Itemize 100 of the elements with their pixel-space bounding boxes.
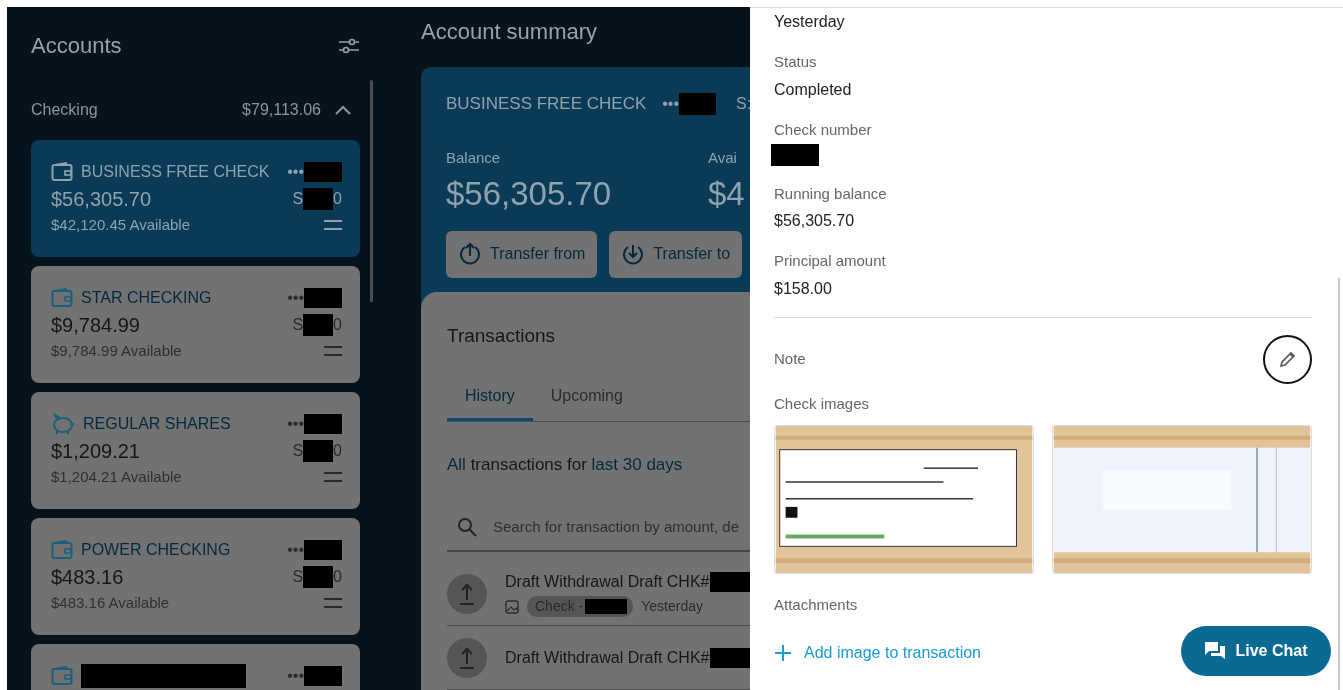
account-number: 0 <box>333 567 342 587</box>
masked-number: ••• <box>287 666 304 686</box>
redaction-bar <box>303 566 334 588</box>
transfer-button[interactable]: Transfer from <box>446 230 598 278</box>
detail-value: $56,305.70 <box>774 211 856 232</box>
account-balance: $56,305.70 <box>51 187 152 212</box>
redaction-bar <box>304 288 342 308</box>
account-number: S <box>292 441 304 461</box>
scrollbar[interactable] <box>370 80 373 302</box>
piggy-bank-icon <box>51 413 75 435</box>
account-name: STAR CHECKING <box>81 288 212 308</box>
search-icon <box>457 516 477 537</box>
detail-value: $158.00 <box>774 278 833 299</box>
tab[interactable]: Upcoming <box>532 384 641 421</box>
upload-icon <box>458 242 482 266</box>
account-card[interactable]: ••• <box>31 644 360 690</box>
edit-note-button[interactable] <box>1263 334 1312 384</box>
account-card[interactable]: BUSINESS FREE CHECK ••• $56,305.70 S 0 $42,120.45 Available <box>31 140 360 257</box>
transaction-row[interactable]: Draft Withdrawal Draft CHK# <box>447 626 750 690</box>
group-label: Checking <box>31 100 98 120</box>
account-number: S <box>292 189 304 209</box>
group-total: $79,113.06 <box>242 100 321 120</box>
masked-number: ••• <box>662 93 680 114</box>
chat-icon <box>1204 641 1227 661</box>
redaction-bar <box>304 162 342 182</box>
redaction-bar <box>304 540 342 560</box>
redaction-bar <box>709 647 750 668</box>
account-name: BUSINESS FREE CHECK <box>446 93 647 115</box>
account-number: S: <box>736 93 750 114</box>
account-number: 0 <box>333 441 342 461</box>
wallet-icon <box>51 288 73 308</box>
balance-amount: $56,305.70 <box>446 174 613 214</box>
available-balance: $42,120.45 Available <box>51 215 190 235</box>
account-balance: $483.16 <box>51 565 124 590</box>
filter-link[interactable]: All <box>447 455 466 474</box>
filter-sentence: All transactions for last 30 days <box>447 454 684 476</box>
account-name: POWER CHECKING <box>81 540 231 560</box>
section-title: Transactions <box>447 323 557 348</box>
detail-label: Status <box>774 52 818 72</box>
account-number: 0 <box>333 189 342 209</box>
account-name: BUSINESS FREE CHECK <box>81 162 270 182</box>
redaction-bar <box>709 572 750 592</box>
detail-label: Check number <box>774 119 873 140</box>
detail-value: Yesterday <box>774 12 846 32</box>
drag-handle-icon[interactable] <box>324 346 342 357</box>
panel-title: Accounts <box>31 32 122 60</box>
account-card[interactable]: REGULAR SHARES ••• $1,209.21 S 0 $1,204.21 Available <box>31 392 360 509</box>
transaction-title: Draft Withdrawal Draft CHK# <box>505 647 710 668</box>
wallet-icon <box>51 540 73 560</box>
redaction-bar <box>303 440 334 462</box>
detail-label: Running balance <box>774 183 888 204</box>
masked-number: ••• <box>287 414 304 434</box>
redaction-bar <box>303 188 334 210</box>
masked-number: ••• <box>287 288 304 308</box>
image-icon <box>505 599 519 614</box>
detail-label: Principal amount <box>774 251 887 272</box>
account-name: REGULAR SHARES <box>83 414 231 434</box>
page-title: Account summary <box>421 18 599 46</box>
drag-handle-icon[interactable] <box>324 472 342 483</box>
redaction-bar <box>304 414 342 434</box>
plus-icon <box>774 643 792 662</box>
available-label: Avai <box>708 147 738 168</box>
download-icon <box>621 242 646 266</box>
account-card[interactable]: POWER CHECKING ••• $483.16 S 0 $483.16 Available <box>31 518 360 635</box>
available-amount: $4 <box>708 174 745 214</box>
wallet-icon <box>51 666 73 686</box>
chevron-up-icon[interactable] <box>335 105 351 115</box>
pencil-icon <box>1278 350 1297 369</box>
detail-label: Note <box>774 349 806 369</box>
transaction-date: Yesterday <box>641 597 703 616</box>
scrollbar[interactable] <box>1338 278 1340 690</box>
search-field[interactable]: Search for transaction by amount, de <box>493 515 747 538</box>
available-balance: $483.16 Available <box>51 593 170 613</box>
redaction-bar <box>304 666 342 686</box>
drag-handle-icon[interactable] <box>324 220 342 231</box>
add-image-link[interactable]: Add image to transaction <box>774 640 981 665</box>
redaction-bar <box>303 314 334 336</box>
detail-label: Check images <box>774 393 871 414</box>
redaction-bar <box>679 92 717 115</box>
account-balance: $9,784.99 <box>51 313 140 338</box>
account-number: 0 <box>333 315 342 335</box>
live-chat-button[interactable]: Live Chat <box>1181 626 1331 676</box>
detail-value: Completed <box>774 79 853 100</box>
account-number: S <box>292 567 304 587</box>
transaction-title: Draft Withdrawal Draft CHK# <box>505 572 710 592</box>
account-card[interactable]: STAR CHECKING ••• $9,784.99 S 0 $9,784.99 Available <box>31 266 360 383</box>
balance-label: Balance <box>446 147 502 168</box>
account-balance: $1,209.21 <box>51 439 140 464</box>
available-balance: $9,784.99 Available <box>51 341 182 361</box>
masked-number: ••• <box>287 162 304 182</box>
detail-label: Attachments <box>774 595 859 616</box>
available-balance: $1,204.21 Available <box>51 467 182 487</box>
tab[interactable]: History <box>447 384 533 421</box>
masked-number: ••• <box>287 540 304 560</box>
drag-handle-icon[interactable] <box>324 598 342 609</box>
redaction-bar <box>585 599 628 614</box>
filter-link[interactable]: last 30 days <box>591 455 683 474</box>
wallet-icon <box>51 162 73 182</box>
account-number: S <box>292 315 304 335</box>
transfer-button[interactable]: Transfer to <box>609 230 743 278</box>
